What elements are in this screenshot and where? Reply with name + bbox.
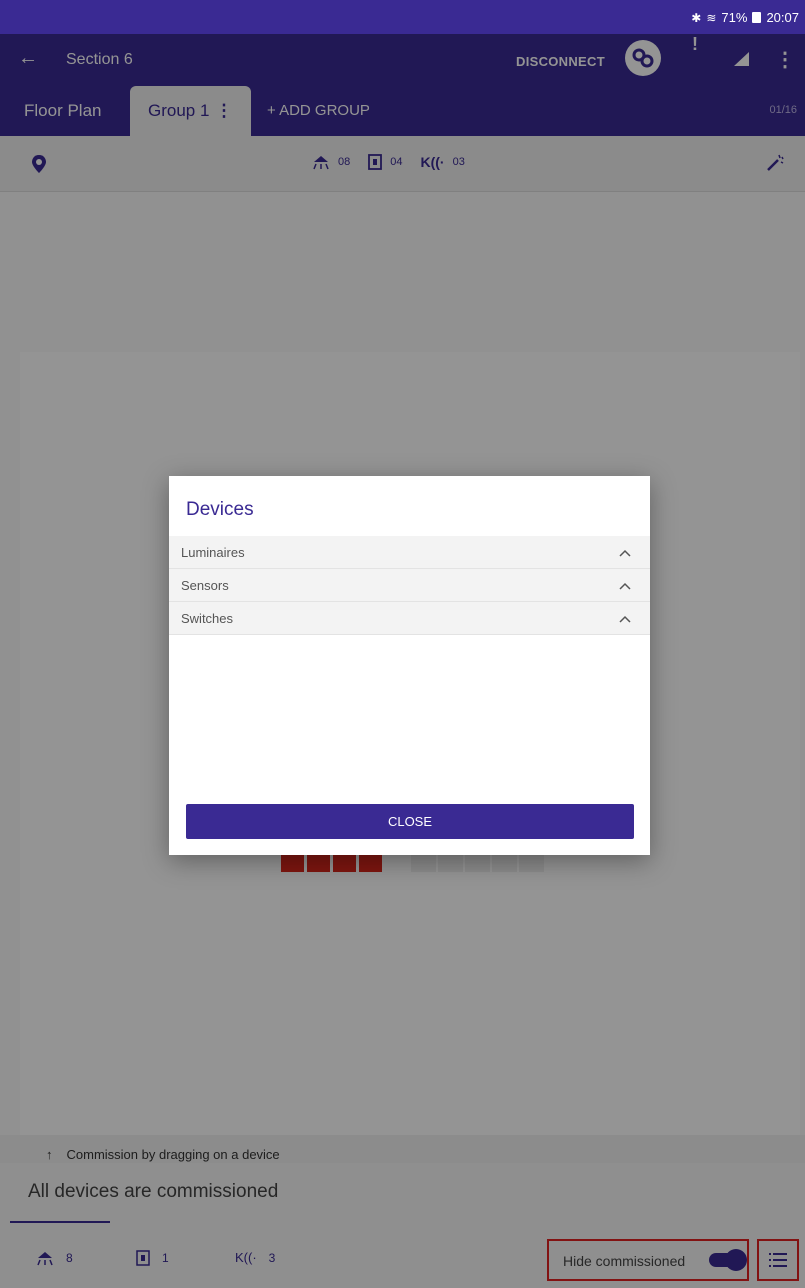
bluetooth-icon: ✱ xyxy=(691,10,702,25)
dialog-title: Devices xyxy=(186,499,254,520)
devices-dialog: Devices Luminaires Sensors Switches CLOS… xyxy=(169,476,650,855)
battery-level: 71% xyxy=(721,10,748,25)
section-label: Sensors xyxy=(181,578,229,593)
status-bar: ✱ ≋ 71% 20:07 xyxy=(0,0,805,34)
section-luminaires[interactable]: Luminaires xyxy=(169,536,650,569)
device-sections: Luminaires Sensors Switches xyxy=(169,536,650,635)
section-label: Switches xyxy=(181,611,234,626)
wifi-icon: ≋ xyxy=(706,10,717,25)
clock: 20:07 xyxy=(766,10,799,25)
section-label: Luminaires xyxy=(181,545,245,560)
chevron-up-icon xyxy=(619,578,631,596)
section-sensors[interactable]: Sensors xyxy=(169,569,650,602)
section-switches[interactable]: Switches xyxy=(169,602,650,635)
chevron-up-icon xyxy=(619,545,631,563)
battery-icon xyxy=(752,12,762,23)
chevron-up-icon xyxy=(619,611,631,629)
close-button[interactable]: CLOSE xyxy=(186,804,634,839)
